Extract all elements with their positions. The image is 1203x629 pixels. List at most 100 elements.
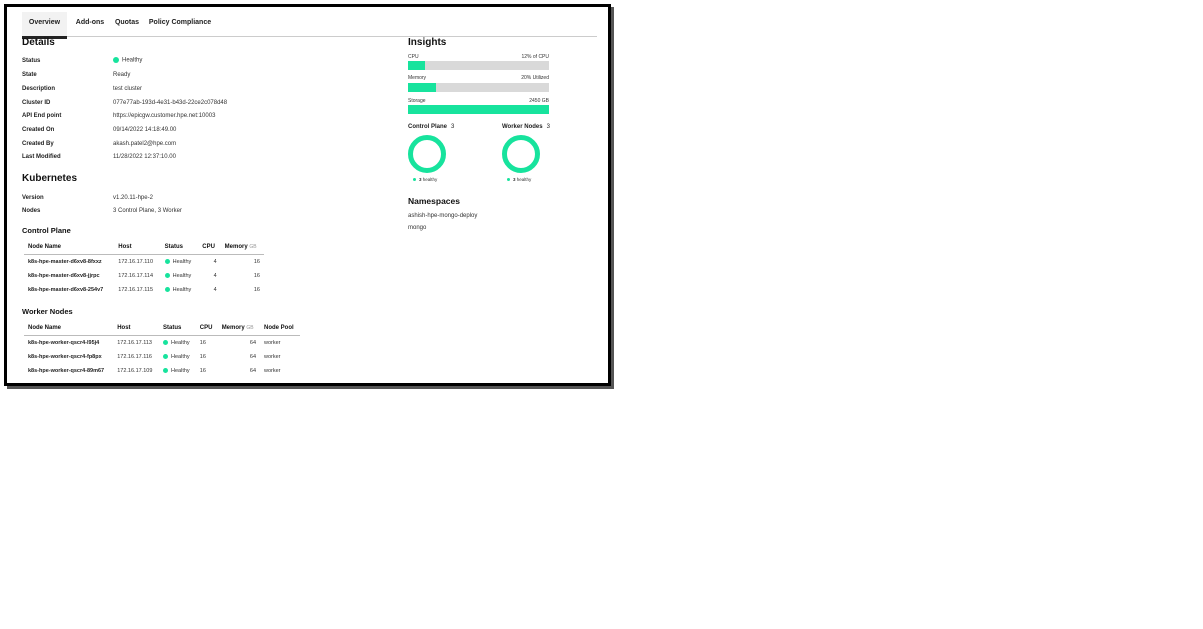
memory-usage-bar — [408, 83, 549, 92]
healthy-status-icon — [164, 287, 170, 293]
namespace-item: mongo — [408, 225, 427, 231]
node-name-cell: k8s-hpe-master-d6xv8-jjrpc — [28, 273, 100, 279]
nodes-value: 3 Control Plane, 3 Worker — [113, 208, 182, 214]
worker-nodes-ring-title: Worker Nodes 3 — [502, 124, 550, 130]
created-on-value: 09/14/2022 14:18:49.00 — [113, 127, 177, 133]
table-row: k8s-hpe-master-d6xv8-jjrpc 172.16.17.114… — [24, 269, 264, 283]
memory-cell: 64 — [249, 354, 257, 360]
node-pool-cell: worker — [264, 340, 281, 346]
cluster-overview-panel: Overview Add-ons Quotas Policy Complianc… — [4, 4, 611, 386]
state-value: Ready — [113, 72, 131, 78]
cpu-cell: 16 — [199, 368, 206, 374]
status-cell: Healthy — [161, 283, 199, 297]
column-header-node-pool: Node Pool — [260, 321, 300, 336]
created-by-value: akash.patel2@hpe.com — [113, 141, 177, 147]
node-name-cell: k8s-hpe-worker-qscr4-fp8px — [28, 354, 102, 360]
table-row: k8s-hpe-worker-qscr4-fp8px 172.16.17.116… — [24, 350, 300, 364]
created-on-label: Created On — [22, 127, 55, 133]
cpu-cell: 4 — [213, 273, 217, 279]
memory-cell: 64 — [249, 340, 257, 346]
worker-nodes-health-ring — [502, 135, 540, 173]
node-pool-cell: worker — [264, 354, 281, 360]
tab-add-ons[interactable]: Add-ons — [70, 12, 110, 36]
description-label: Description — [22, 86, 56, 92]
host-cell: 172.16.17.113 — [117, 340, 152, 346]
memory-cell: 16 — [253, 273, 260, 279]
worker-nodes-heading: Worker Nodes — [22, 307, 73, 316]
healthy-legend-icon — [507, 178, 510, 182]
control-plane-ring-title: Control Plane 3 — [408, 124, 455, 130]
last-modified-value: 11/28/2022 12:37:10.00 — [113, 154, 176, 160]
node-name-cell: k8s-hpe-worker-qscr4-89m67 — [28, 368, 105, 374]
table-row: k8s-hpe-master-d6xv8-254v7 172.16.17.115… — [24, 283, 264, 297]
nodes-label: Nodes — [22, 208, 41, 214]
tab-overview[interactable]: Overview — [22, 12, 67, 39]
column-header-node-name: Node Name — [24, 321, 114, 336]
healthy-status-icon — [163, 368, 169, 374]
cpu-usage-fill — [408, 61, 425, 70]
column-header-node-name: Node Name — [24, 240, 115, 255]
memory-usage-label: Memory — [408, 75, 427, 81]
status-cell: Healthy — [159, 350, 196, 364]
memory-cell: 64 — [249, 368, 257, 374]
status-cell: Healthy — [161, 269, 199, 283]
column-header-memory: Memory GB — [220, 240, 264, 255]
cpu-cell: 16 — [199, 354, 206, 360]
cpu-cell: 4 — [213, 287, 217, 293]
api-endpoint-value: https://epicgw.customer.hpe.net:10003 — [113, 113, 216, 119]
status-value: Healthy — [113, 57, 142, 64]
column-header-host: Host — [114, 240, 161, 255]
healthy-status-icon — [113, 57, 119, 63]
column-header-cpu: CPU — [198, 240, 221, 255]
table-row: k8s-hpe-master-d6xv8-8fxxz 172.16.17.110… — [24, 255, 264, 270]
storage-label: Storage — [408, 98, 426, 104]
control-plane-health-ring — [408, 135, 446, 173]
namespace-item: ashish-hpe-mongo-deploy — [408, 213, 478, 219]
node-pool-cell: worker — [264, 368, 281, 374]
version-value: v1.20.11-hpe-2 — [113, 195, 153, 201]
cpu-usage-bar — [408, 61, 549, 70]
column-header-host: Host — [113, 321, 160, 336]
healthy-status-icon — [163, 340, 169, 346]
worker-nodes-health-legend: 3 healthy — [507, 177, 531, 182]
host-cell: 172.16.17.109 — [117, 368, 153, 374]
worker-nodes-table: Node Name Host Status CPU Memory GB Node… — [24, 321, 300, 378]
memory-cell: 16 — [253, 259, 260, 265]
status-cell: Healthy — [159, 364, 196, 378]
memory-usage-value: 20% Utilized — [521, 75, 549, 81]
storage-value: 2450 GB — [529, 98, 549, 104]
table-header-row: Node Name Host Status CPU Memory GB — [24, 240, 264, 255]
created-by-label: Created By — [22, 141, 54, 147]
memory-usage-fill — [408, 83, 437, 92]
table-row: k8s-hpe-worker-qscr4-89m67 172.16.17.109… — [24, 364, 300, 378]
control-plane-table: Node Name Host Status CPU Memory GB k8s-… — [24, 240, 264, 297]
description-value: test cluster — [113, 86, 143, 92]
column-header-cpu: CPU — [195, 321, 218, 336]
tab-policy-compliance[interactable]: Policy Compliance — [146, 12, 214, 36]
kubernetes-heading: Kubernetes — [22, 173, 78, 184]
column-header-status: Status — [159, 321, 196, 336]
tab-quotas[interactable]: Quotas — [112, 12, 142, 36]
host-cell: 172.16.17.115 — [118, 287, 154, 293]
cluster-id-value: 077e77ab-193d-4e31-b43d-22ce2c078d48 — [113, 100, 228, 106]
memory-cell: 16 — [253, 287, 260, 293]
last-modified-label: Last Modified — [22, 154, 61, 160]
cpu-usage-label: CPU — [408, 54, 419, 60]
node-name-cell: k8s-hpe-master-d6xv8-254v7 — [28, 287, 104, 293]
cpu-usage-value: 12% of CPU — [521, 54, 549, 60]
insights-heading: Insights — [408, 37, 447, 48]
status-cell: Healthy — [161, 255, 199, 270]
version-label: Version — [22, 195, 44, 201]
healthy-status-icon — [164, 259, 170, 265]
storage-fill — [408, 105, 549, 114]
status-label: Status — [22, 58, 41, 64]
node-name-cell: k8s-hpe-master-d6xv8-8fxxz — [28, 259, 102, 265]
control-plane-health-legend: 3 healthy — [413, 177, 437, 182]
column-header-memory: Memory GB — [217, 321, 261, 336]
state-label: State — [22, 72, 37, 78]
details-heading: Details — [22, 37, 55, 48]
cluster-id-label: Cluster ID — [22, 100, 51, 106]
control-plane-heading: Control Plane — [22, 226, 71, 235]
table-header-row: Node Name Host Status CPU Memory GB Node… — [24, 321, 300, 336]
node-name-cell: k8s-hpe-worker-qscr4-l95j4 — [28, 340, 100, 346]
